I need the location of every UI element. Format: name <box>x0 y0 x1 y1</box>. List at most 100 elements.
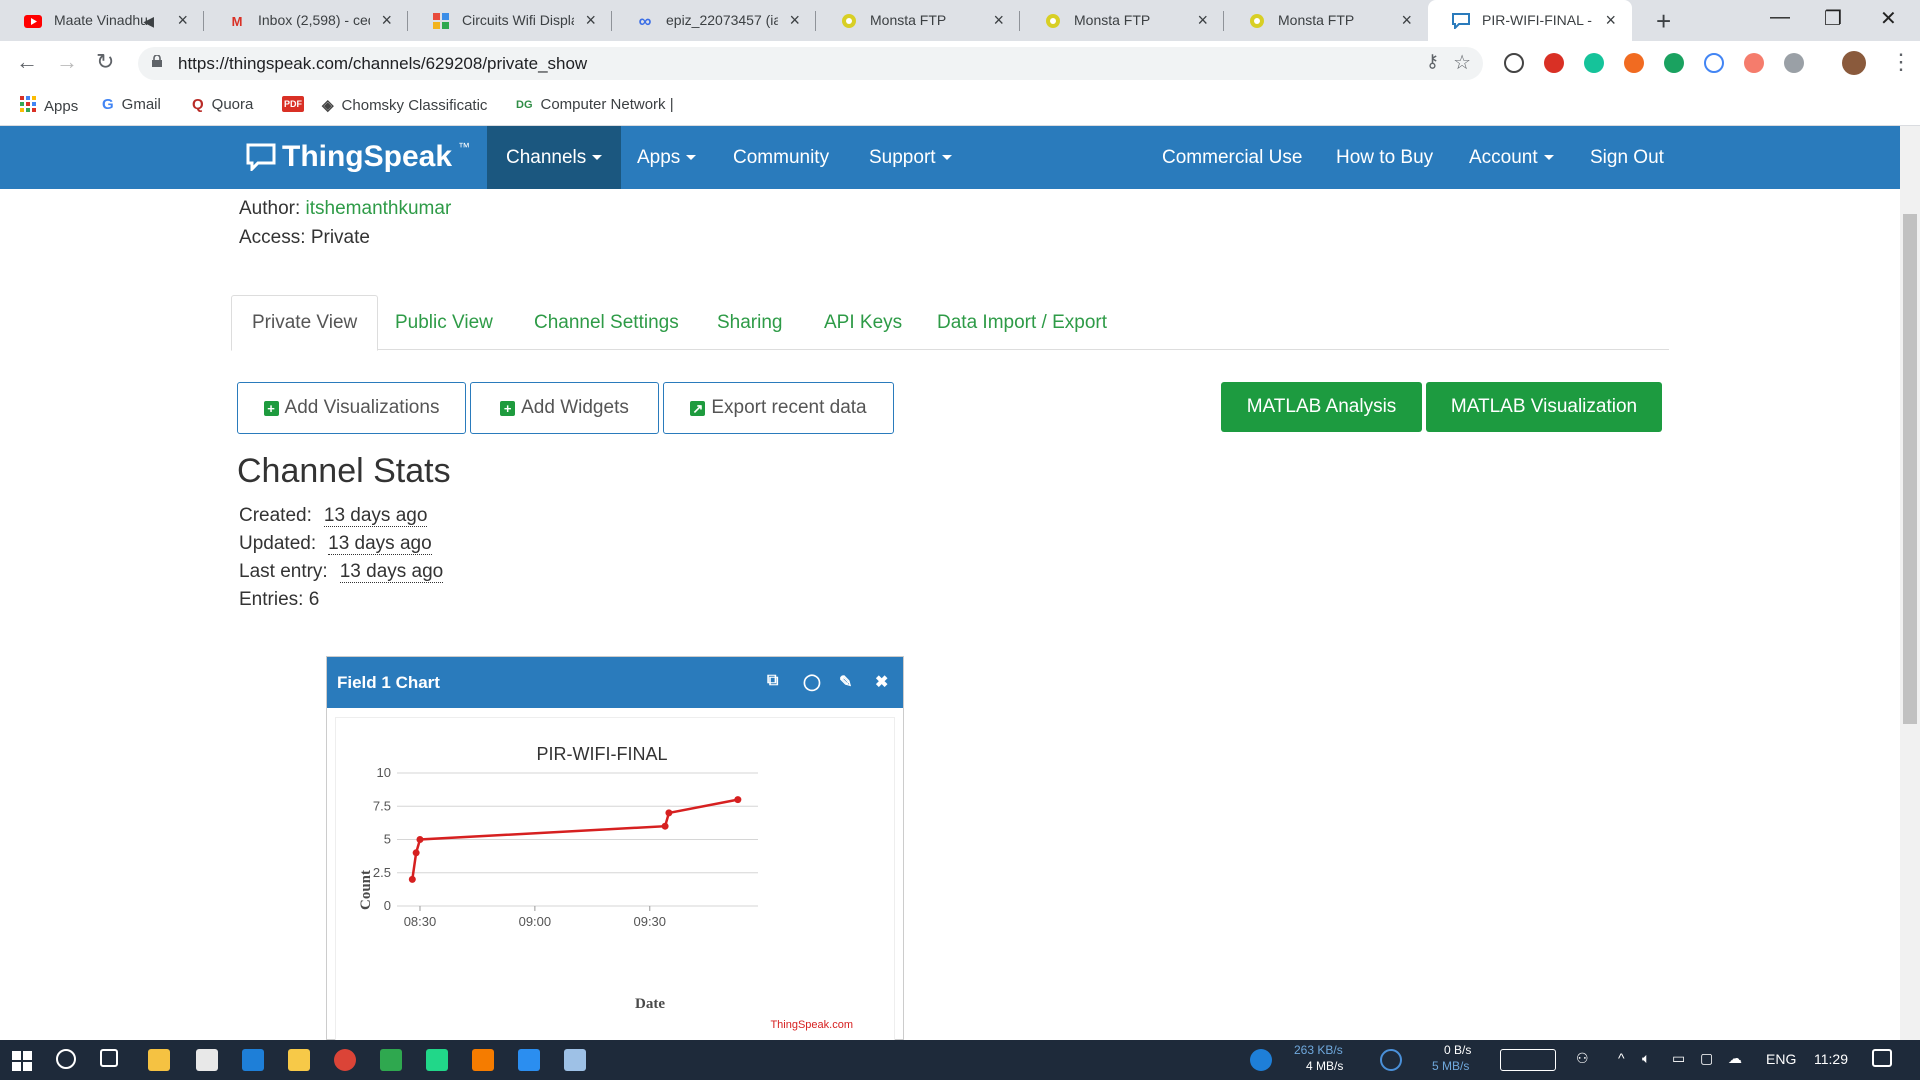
pycharm-icon[interactable] <box>426 1049 448 1071</box>
reload-icon[interactable]: ↻ <box>96 49 114 75</box>
thingspeak-logo[interactable]: ThingSpeak ™ <box>246 140 470 174</box>
widget-title: Field 1 Chart <box>337 672 440 692</box>
notifications-icon[interactable] <box>1872 1049 1892 1067</box>
check-extension-icon[interactable] <box>1704 53 1724 73</box>
nav-support[interactable]: Support <box>850 126 971 189</box>
stat-created: Created: 13 days ago <box>239 505 428 527</box>
mail-icon[interactable] <box>196 1049 218 1071</box>
xampp-icon[interactable] <box>472 1049 494 1071</box>
nav-apps[interactable]: Apps <box>618 126 715 189</box>
close-icon[interactable]: ✖ <box>875 672 888 692</box>
store-icon[interactable] <box>148 1049 170 1071</box>
defender-icon[interactable] <box>518 1049 540 1071</box>
close-tab-icon[interactable]: × <box>381 10 392 31</box>
bookmark-gmail[interactable]: G Gmail <box>102 96 161 113</box>
network-icon[interactable]: ▢ <box>1700 1050 1713 1067</box>
bookmark-quora[interactable]: Q Quora <box>192 96 253 113</box>
nav-channels[interactable]: Channels <box>487 126 622 189</box>
close-tab-icon[interactable]: × <box>585 10 596 31</box>
help-icon[interactable] <box>1250 1049 1272 1071</box>
forward-icon[interactable]: → <box>56 49 78 75</box>
cast-extension-icon[interactable] <box>1744 53 1764 73</box>
add-visualizations-button[interactable]: + Add Visualizations <box>237 382 466 434</box>
bookmark-star-icon[interactable]: ☆ <box>1453 50 1471 75</box>
volume-icon[interactable]: 🔈︎ <box>1642 1050 1650 1067</box>
close-window-icon[interactable]: ✕ <box>1880 6 1897 31</box>
minimize-icon[interactable]: — <box>1770 6 1790 29</box>
back-icon[interactable]: ← <box>16 49 38 75</box>
tab-private-view[interactable]: Private View <box>231 295 379 351</box>
x-axis-label: Date <box>635 996 665 1012</box>
bookmark-chomsky[interactable]: ◈ Chomsky Classificatic <box>322 96 487 115</box>
language-indicator[interactable]: ENG <box>1766 1051 1796 1067</box>
button-label: Export recent data <box>711 397 867 418</box>
file-explorer-icon[interactable] <box>288 1049 310 1071</box>
comment-icon[interactable]: ◯ <box>803 672 821 692</box>
browser-tab[interactable]: M Inbox (2,598) - ced × <box>204 0 408 41</box>
browser-tab[interactable]: Maate Vinadhu ◀︎ × <box>0 0 204 41</box>
matlab-analysis-button[interactable]: MATLAB Analysis <box>1221 382 1422 432</box>
nav-sign-out[interactable]: Sign Out <box>1571 126 1683 189</box>
edge-icon[interactable] <box>242 1049 264 1071</box>
task-view-icon[interactable] <box>100 1049 118 1067</box>
browser-tab[interactable]: Monsta FTP × <box>1020 0 1224 41</box>
drive-extension-icon[interactable] <box>1784 53 1804 73</box>
net2-download: 5 MB/s <box>1432 1059 1470 1073</box>
chat-extension-icon[interactable] <box>1664 53 1684 73</box>
close-tab-icon[interactable]: × <box>177 10 188 31</box>
thingspeak-credit[interactable]: ThingSpeak.com <box>770 1019 853 1031</box>
new-tab-icon[interactable]: + <box>1656 6 1671 37</box>
people-icon[interactable]: ⚇ <box>1576 1050 1589 1067</box>
photos-icon[interactable] <box>564 1049 586 1071</box>
adblock-extension-icon[interactable] <box>1544 53 1564 73</box>
matlab-visualization-button[interactable]: MATLAB Visualization <box>1426 382 1662 432</box>
close-tab-icon[interactable]: × <box>1197 10 1208 31</box>
tab-data-import-export[interactable]: Data Import / Export <box>937 295 1107 350</box>
browser-tab[interactable]: Monsta FTP × <box>1224 0 1428 41</box>
windows-start-icon[interactable] <box>12 1051 32 1071</box>
browser-tab[interactable]: ∞ epiz_22073457 (ian × <box>612 0 816 41</box>
close-tab-icon[interactable]: × <box>1605 10 1616 31</box>
block-extension-icon[interactable] <box>1504 53 1524 73</box>
bookmark-apps[interactable]: Apps <box>20 96 78 116</box>
arduino-icon[interactable] <box>380 1049 402 1071</box>
chrome-icon[interactable] <box>334 1049 356 1071</box>
mute-icon[interactable]: ◀︎ <box>143 13 154 30</box>
author-link[interactable]: itshemanthkumar <box>306 198 452 219</box>
bookmark-computer-network[interactable]: DG Computer Network | <box>516 96 674 113</box>
browser-tab[interactable]: Monsta FTP × <box>816 0 1020 41</box>
browser-tab[interactable]: Circuits Wifi Displa × <box>408 0 612 41</box>
tab-public-view[interactable]: Public View <box>395 295 493 350</box>
close-tab-icon[interactable]: × <box>789 10 800 31</box>
battery-icon[interactable]: ▭ <box>1672 1050 1685 1067</box>
menu-dots-icon[interactable]: ⋮ <box>1890 49 1912 75</box>
scrollbar-thumb[interactable] <box>1903 214 1917 724</box>
nav-commercial-use[interactable]: Commercial Use <box>1143 126 1321 189</box>
external-link-icon[interactable]: ⧉ <box>767 672 778 690</box>
tray-chevron-icon[interactable]: ^ <box>1618 1050 1625 1066</box>
tab-api-keys[interactable]: API Keys <box>824 295 902 350</box>
tab-sharing[interactable]: Sharing <box>717 295 783 350</box>
restore-icon[interactable]: ❐ <box>1824 6 1842 31</box>
close-tab-icon[interactable]: × <box>1401 10 1412 31</box>
nav-account[interactable]: Account <box>1450 126 1573 189</box>
nav-how-to-buy[interactable]: How to Buy <box>1317 126 1452 189</box>
close-tab-icon[interactable]: × <box>993 10 1004 31</box>
key-icon[interactable]: ⚷ <box>1426 51 1439 72</box>
avatar[interactable] <box>1842 51 1866 75</box>
browser-tab-active[interactable]: PIR-WIFI-FINAL - T × <box>1428 0 1632 41</box>
pencil-icon[interactable]: ✎ <box>839 672 852 692</box>
grammarly-extension-icon[interactable] <box>1584 53 1604 73</box>
address-bar[interactable]: https://thingspeak.com/channels/629208/p… <box>138 47 1483 80</box>
chart-title: PIR-WIFI-FINAL <box>537 744 668 764</box>
export-recent-data-button[interactable]: ↗ Export recent data <box>663 382 894 434</box>
onedrive-icon[interactable]: ☁︎ <box>1728 1050 1742 1067</box>
bookmark-pdf[interactable]: PDF <box>282 96 304 112</box>
search-icon[interactable] <box>56 1049 76 1069</box>
page-scrollbar[interactable] <box>1900 126 1920 1040</box>
infinity-extension-icon[interactable] <box>1624 53 1644 73</box>
clock[interactable]: 11:29 <box>1814 1051 1848 1067</box>
nav-community[interactable]: Community <box>714 126 848 189</box>
add-widgets-button[interactable]: + Add Widgets <box>470 382 659 434</box>
tab-channel-settings[interactable]: Channel Settings <box>534 295 679 350</box>
